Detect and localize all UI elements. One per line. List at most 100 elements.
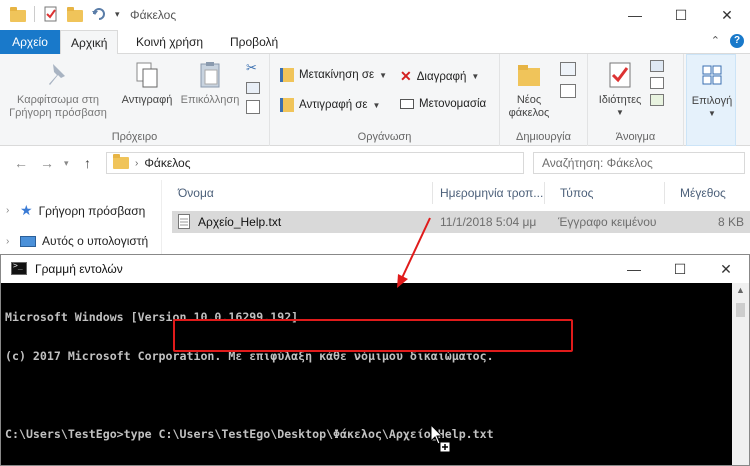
copy-to-icon [280,98,294,112]
column-header-name[interactable]: Όνομα [178,186,214,200]
chevron-down-icon: ▼ [708,109,716,118]
forward-icon[interactable]: → [40,155,54,171]
recent-locations-icon[interactable]: ▾ [64,158,69,169]
open-icon[interactable] [650,60,664,72]
chevron-right-icon: › [6,235,10,247]
easy-access-icon[interactable] [560,84,576,98]
cmd-window-title: Γραμμή εντολών [35,262,123,276]
clipboard-group-label: Πρόχειρο [111,131,158,143]
cmd-icon [11,261,27,275]
properties-button[interactable]: Ιδιότητες ▼ [594,60,646,117]
file-size: 8 KB [717,215,744,229]
new-folder-icon [514,60,544,90]
explorer-titlebar: ▾ Φάκελος — ☐ ✕ [0,0,750,30]
quick-access-toolbar: ▾ [10,6,131,22]
address-bar[interactable]: › Φάκελος [106,152,524,174]
tab-file[interactable]: Αρχείο [0,30,60,54]
new-item-icon[interactable] [560,62,576,76]
paste-shortcut-icon[interactable] [246,100,260,114]
copy-path-icon[interactable] [246,82,260,94]
file-list: Όνομα Ημερομηνία τροπ... Τύπος Μέγεθος Α… [162,180,750,256]
computer-icon [20,235,36,247]
properties-check-icon [605,60,635,90]
select-group[interactable]: Επιλογή ▼ [686,54,736,146]
scroll-up-icon[interactable]: ▲ [736,285,745,295]
help-icon[interactable]: ? [730,34,744,48]
file-explorer-window: ▾ Φάκελος — ☐ ✕ Αρχείο Αρχική Κοινή χρήσ… [0,0,750,256]
chevron-down-icon: ▼ [379,70,388,80]
copy-icon [132,60,162,90]
chevron-right-icon: › [135,157,139,169]
column-header-type[interactable]: Τύπος [560,186,593,200]
file-date: 11/1/2018 5:04 μμ [440,215,537,229]
copy-button[interactable]: Αντιγραφή [114,60,180,106]
organize-group: Μετακίνηση σε ▼ Αντιγραφή σε ▼ ✕ Διαγραφ… [270,54,500,146]
address-path: Φάκελος [144,156,191,170]
chevron-down-icon: ▼ [471,72,480,81]
new-folder-icon[interactable] [67,6,83,22]
chevron-down-icon: ▼ [372,100,381,110]
select-grid-icon [697,61,727,91]
edit-icon[interactable] [650,77,664,89]
back-icon[interactable]: ← [14,155,28,171]
new-group: Νέος φάκελος Δημιουργία [500,54,588,146]
maximize-button[interactable]: ☐ [658,0,704,30]
tab-home[interactable]: Αρχική [60,30,119,55]
column-header-size[interactable]: Μέγεθος [680,186,726,200]
select-button[interactable]: Επιλογή ▼ [689,61,735,118]
path-highlight-box [173,319,573,352]
cmd-scrollbar[interactable]: ▲ [732,283,749,465]
new-group-label: Δημιουργία [516,131,571,143]
search-input[interactable]: Αναζήτηση: Φάκελος [533,152,745,174]
pin-quick-access-button[interactable]: Καρφίτσωμα στη Γρήγορη πρόσβαση [4,60,112,120]
window-title: Φάκελος [130,8,177,22]
move-to-icon [280,68,294,82]
customize-qat-icon[interactable]: ▾ [115,6,131,22]
history-icon[interactable] [650,94,664,106]
open-group: Ιδιότητες ▼ Άνοιγμα [588,54,684,146]
up-icon[interactable]: ↑ [84,155,91,171]
file-type: Έγγραφο κειμένου [558,215,657,229]
column-separator[interactable] [432,182,433,204]
clipboard-group: Καρφίτσωμα στη Γρήγορη πρόσβαση Αντιγραφ… [0,54,270,146]
separator [34,6,35,22]
organize-group-label: Οργάνωση [357,131,412,143]
nav-item-this-pc[interactable]: › Αυτός ο υπολογιστή [6,234,148,248]
cmd-maximize-button[interactable]: ☐ [657,255,703,283]
command-prompt-window: Γραμμή εντολών — ☐ ✕ Microsoft Windows [… [0,254,750,466]
chevron-down-icon: ▼ [616,108,624,117]
pin-icon [43,60,73,90]
delete-button[interactable]: ✕ Διαγραφή ▼ [400,68,479,85]
paste-button[interactable]: Επικόλληση [178,60,242,106]
cmd-close-button[interactable]: ✕ [703,255,749,283]
scroll-thumb[interactable] [736,303,745,317]
cut-icon[interactable]: ✂ [246,60,260,76]
table-row[interactable]: Αρχείο_Help.txt 11/1/2018 5:04 μμ Έγγραφ… [172,211,750,233]
tab-view[interactable]: Προβολή [220,30,288,54]
nav-item-quick-access[interactable]: › ★ Γρήγορη πρόσβαση [6,202,145,219]
navigation-pane: › ★ Γρήγορη πρόσβαση › Αυτός ο υπολογιστ… [0,180,162,256]
undo-icon[interactable] [91,6,107,22]
column-separator[interactable] [544,182,545,204]
tab-share[interactable]: Κοινή χρήση [126,30,213,54]
console-line-command: C:\Users\TestEgo>type C:\Users\TestEgo\D… [5,427,494,441]
close-button[interactable]: ✕ [704,0,750,30]
rename-icon [400,99,414,109]
properties-icon[interactable] [43,6,59,22]
paste-icon [195,60,225,90]
folder-icon [113,154,129,169]
open-group-label: Άνοιγμα [615,131,656,143]
move-to-button[interactable]: Μετακίνηση σε ▼ [280,68,387,82]
new-folder-button[interactable]: Νέος φάκελος [506,60,552,120]
folder-icon [10,6,26,22]
copy-to-button[interactable]: Αντιγραφή σε ▼ [280,98,380,112]
minimize-button[interactable]: — [612,0,658,30]
rename-button[interactable]: Μετονομασία [400,98,486,110]
cmd-minimize-button[interactable]: — [611,255,657,283]
chevron-up-icon[interactable]: ⌃ [711,34,720,48]
cmd-console[interactable]: Microsoft Windows [Version 10.0.16299.19… [1,283,731,465]
column-separator[interactable] [664,182,665,204]
column-header-date[interactable]: Ημερομηνία τροπ... [440,186,543,200]
chevron-right-icon: › [6,205,10,216]
